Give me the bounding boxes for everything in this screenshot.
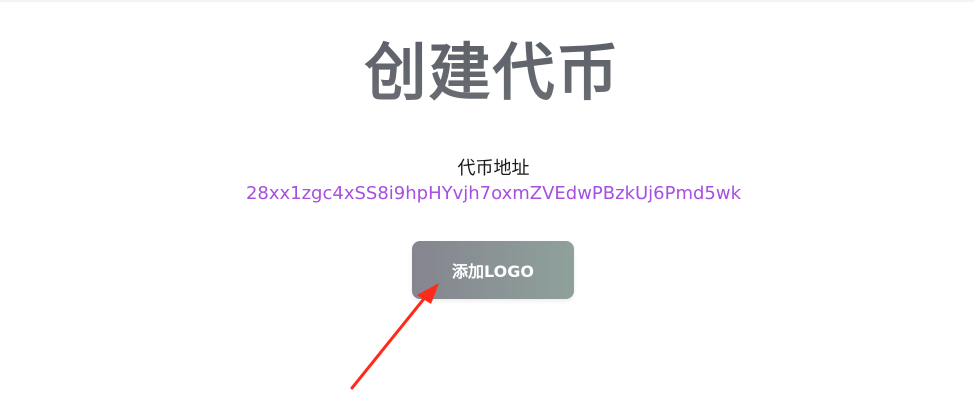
page-title: 创建代币	[0, 22, 975, 112]
top-divider	[0, 0, 975, 2]
token-address-label: 代币地址	[457, 158, 530, 179]
add-logo-button[interactable]: 添加LOGO	[412, 241, 574, 299]
token-address-value: 28xx1zgc4xSS8i9hpHYvjh7oxmZVEdwPBzkUj6Pm…	[245, 183, 742, 204]
